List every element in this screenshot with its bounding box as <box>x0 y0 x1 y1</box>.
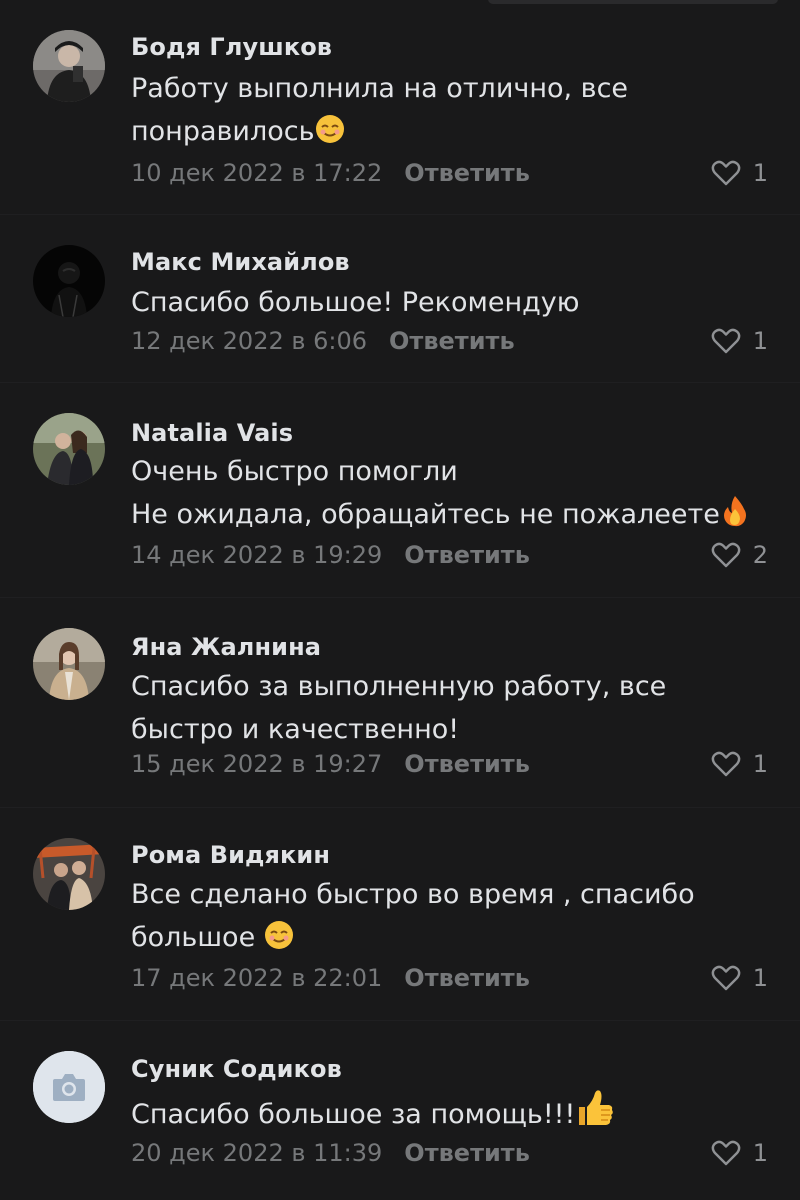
top-scroll-handle <box>488 0 778 4</box>
divider <box>0 214 800 215</box>
comment-author[interactable]: Natalia Vais <box>131 419 293 447</box>
comment-meta: 15 дек 2022 в 19:27 Ответить <box>131 750 530 778</box>
smiling-face-emoji <box>264 920 294 963</box>
comment-text: Спасибо большое! Рекомендую <box>131 281 771 324</box>
comment-date: 15 дек 2022 в 19:27 <box>131 750 383 778</box>
avatar[interactable] <box>33 1051 105 1123</box>
avatar[interactable] <box>33 413 105 485</box>
divider <box>0 597 800 598</box>
reply-button[interactable]: Ответить <box>389 327 515 355</box>
like-button[interactable]: 2 <box>711 541 768 569</box>
comment-author[interactable]: Бодя Глушков <box>131 33 332 61</box>
smiling-face-emoji <box>315 114 345 157</box>
avatar[interactable] <box>33 838 105 910</box>
reply-button[interactable]: Ответить <box>404 159 530 187</box>
heart-outline-icon <box>711 328 741 354</box>
comment-text: Все сделано быстро во время , спасибо бо… <box>131 873 771 963</box>
thumbs-up-emoji <box>575 1089 615 1140</box>
reply-button[interactable]: Ответить <box>404 541 530 569</box>
like-count: 1 <box>752 1139 768 1167</box>
like-count: 1 <box>752 750 768 778</box>
heart-outline-icon <box>711 965 741 991</box>
avatar-photo <box>33 30 105 102</box>
avatar[interactable] <box>33 30 105 102</box>
comment-meta: 12 дек 2022 в 6:06 Ответить <box>131 327 515 355</box>
comment-text-line: Спасибо большое за помощь!!! <box>131 1099 576 1130</box>
comment-author[interactable]: Суник Содиков <box>131 1055 342 1083</box>
comment-date: 14 дек 2022 в 19:29 <box>131 541 383 569</box>
comment-text: Спасибо за выполненную работу, все быстр… <box>131 665 771 751</box>
reply-button[interactable]: Ответить <box>404 964 530 992</box>
reply-button[interactable]: Ответить <box>404 750 530 778</box>
comment-text: Работу выполнила на отлично, все понрави… <box>131 67 771 157</box>
avatar[interactable] <box>33 628 105 700</box>
like-button[interactable]: 1 <box>711 327 768 355</box>
comment-text-line: большое <box>131 922 256 953</box>
divider <box>0 382 800 383</box>
avatar[interactable] <box>33 245 105 317</box>
avatar-photo <box>33 245 105 317</box>
comment-meta: 17 дек 2022 в 22:01 Ответить <box>131 964 530 992</box>
comment-author[interactable]: Рома Видякин <box>131 841 330 869</box>
comment-text-line: Работу выполнила на отлично, все <box>131 73 629 104</box>
like-button[interactable]: 1 <box>711 1139 768 1167</box>
comment-date: 17 дек 2022 в 22:01 <box>131 964 383 992</box>
divider <box>0 1020 800 1021</box>
comment-date: 20 дек 2022 в 11:39 <box>131 1139 383 1167</box>
heart-outline-icon <box>711 542 741 568</box>
avatar-photo <box>33 413 105 485</box>
comment-text-line: Спасибо большое! Рекомендую <box>131 287 580 318</box>
comment-date: 10 дек 2022 в 17:22 <box>131 159 383 187</box>
comment-text: Спасибо большое за помощь!!! <box>131 1089 771 1140</box>
comment-text-line: быстро и качественно! <box>131 714 460 745</box>
divider <box>0 807 800 808</box>
comment-meta: 20 дек 2022 в 11:39 Ответить <box>131 1139 530 1167</box>
avatar-photo <box>33 628 105 700</box>
comment-text-line: Не ожидала, обращайтесь не пожалеете <box>131 499 720 530</box>
fire-emoji <box>720 495 750 540</box>
like-button[interactable]: 1 <box>711 750 768 778</box>
comment-text-line: Все сделано быстро во время , спасибо <box>131 879 695 910</box>
like-count: 1 <box>752 964 768 992</box>
avatar-photo <box>33 838 105 910</box>
comment-date: 12 дек 2022 в 6:06 <box>131 327 368 355</box>
like-button[interactable]: 1 <box>711 964 768 992</box>
comment-text-line: Спасибо за выполненную работу, все <box>131 671 667 702</box>
like-count: 1 <box>752 159 768 187</box>
comment-text-line: понравилось <box>131 116 315 147</box>
reply-button[interactable]: Ответить <box>404 1139 530 1167</box>
comment-author[interactable]: Яна Жалнина <box>131 633 321 661</box>
heart-outline-icon <box>711 160 741 186</box>
heart-outline-icon <box>711 751 741 777</box>
comment-text: Очень быстро помогли Не ожидала, обращай… <box>131 450 771 540</box>
like-count: 2 <box>752 541 768 569</box>
camera-icon <box>33 1051 105 1123</box>
comment-meta: 14 дек 2022 в 19:29 Ответить <box>131 541 530 569</box>
like-button[interactable]: 1 <box>711 159 768 187</box>
like-count: 1 <box>752 327 768 355</box>
comment-author[interactable]: Макс Михайлов <box>131 248 350 276</box>
comment-text-line: Очень быстро помогли <box>131 456 458 487</box>
comment-meta: 10 дек 2022 в 17:22 Ответить <box>131 159 530 187</box>
heart-outline-icon <box>711 1140 741 1166</box>
